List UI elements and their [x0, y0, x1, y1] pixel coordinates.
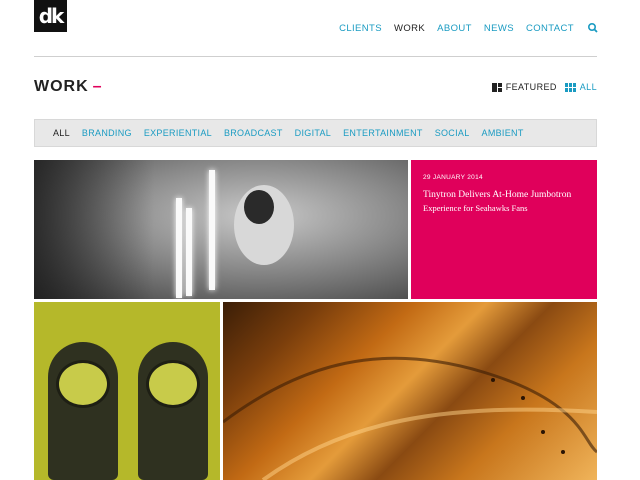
nav-clients[interactable]: CLIENTS	[339, 23, 382, 34]
nav-contact[interactable]: CONTACT	[526, 23, 574, 34]
title-dash: –	[92, 78, 103, 95]
featured-news-card[interactable]: 29 JANUARY 2014 Tinytron Delivers At-Hom…	[411, 160, 597, 299]
logo[interactable]: dk	[34, 0, 67, 32]
page-title-text: WORK	[34, 78, 89, 95]
work-tile-image-yellow[interactable]	[34, 302, 220, 480]
view-toggle: FEATURED ALL	[491, 82, 597, 92]
abstract-texture	[223, 356, 597, 480]
light-streak	[186, 208, 192, 296]
search-icon[interactable]	[586, 21, 600, 35]
page-title: WORK –	[34, 78, 103, 96]
work-tile-image-orange[interactable]	[223, 302, 597, 480]
image-shading	[34, 160, 154, 299]
all-label: ALL	[579, 82, 597, 92]
light-streak	[176, 198, 182, 298]
nav-news[interactable]: NEWS	[484, 23, 514, 34]
filter-entertainment[interactable]: ENTERTAINMENT	[343, 128, 423, 138]
grid-icon	[564, 82, 576, 92]
main-nav: CLIENTS WORK ABOUT NEWS CONTACT	[339, 21, 600, 35]
work-tile-image-bw[interactable]	[34, 160, 408, 299]
header-divider	[34, 56, 597, 57]
filter-experiential[interactable]: EXPERIENTIAL	[144, 128, 212, 138]
featured-label: FEATURED	[505, 82, 557, 92]
news-subhead: Experience for Seahawks Fans	[423, 203, 528, 213]
all-view-button[interactable]: ALL	[564, 82, 597, 92]
news-date: 29 JANUARY 2014	[423, 174, 483, 181]
filter-broadcast[interactable]: BROADCAST	[224, 128, 283, 138]
nav-work[interactable]: WORK	[394, 23, 425, 34]
filter-branding[interactable]: BRANDING	[82, 128, 132, 138]
featured-view-button[interactable]: FEATURED	[491, 82, 557, 92]
filter-digital[interactable]: DIGITAL	[295, 128, 331, 138]
filter-ambient[interactable]: AMBIENT	[482, 128, 524, 138]
category-filter-bar: ALL BRANDING EXPERIENTIAL BROADCAST DIGI…	[34, 119, 597, 147]
filter-all[interactable]: ALL	[53, 128, 70, 138]
figure-hair	[244, 190, 274, 224]
helmet-visor	[56, 360, 110, 408]
helmet-visor	[146, 360, 200, 408]
featured-layout-icon	[491, 82, 502, 92]
nav-about[interactable]: ABOUT	[437, 23, 472, 34]
news-headline: Tinytron Delivers At-Home Jumbotron	[423, 190, 572, 200]
light-streak	[209, 170, 215, 290]
filter-social[interactable]: SOCIAL	[435, 128, 470, 138]
